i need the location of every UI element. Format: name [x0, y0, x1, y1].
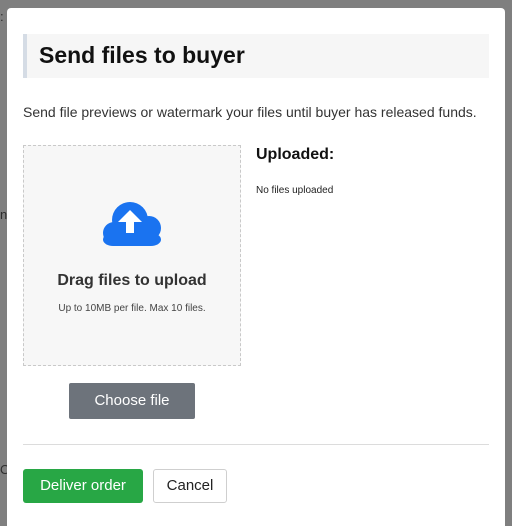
modal-header: Send files to buyer — [23, 34, 489, 78]
deliver-order-button[interactable]: Deliver order — [23, 469, 143, 503]
file-dropzone[interactable]: Drag files to upload Up to 10MB per file… — [23, 145, 241, 366]
modal-title: Send files to buyer — [39, 42, 245, 68]
footer-divider — [23, 444, 489, 445]
backdrop-text-fragment: : — [0, 9, 4, 24]
choose-file-button[interactable]: Choose file — [69, 383, 195, 419]
dropzone-hint: Up to 10MB per file. Max 10 files. — [58, 303, 206, 314]
modal-description: Send file previews or watermark your fil… — [23, 104, 477, 120]
cancel-button[interactable]: Cancel — [153, 469, 227, 503]
cloud-upload-icon — [103, 202, 161, 246]
send-files-modal: Send files to buyer Send file previews o… — [7, 8, 505, 526]
uploaded-heading: Uploaded: — [256, 146, 335, 163]
no-files-message: No files uploaded — [256, 185, 334, 196]
dropzone-title: Drag files to upload — [57, 272, 207, 289]
